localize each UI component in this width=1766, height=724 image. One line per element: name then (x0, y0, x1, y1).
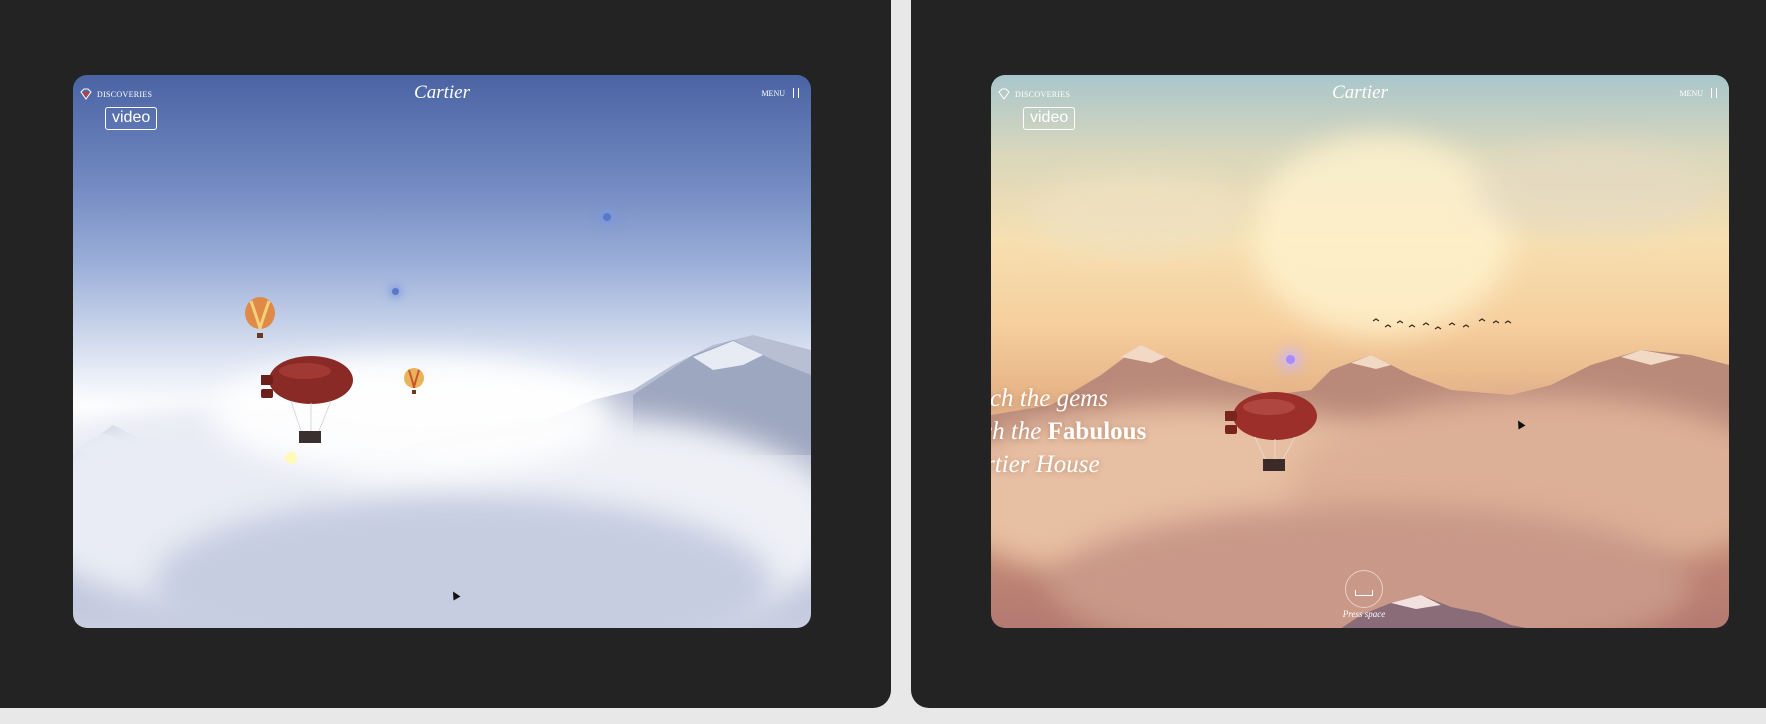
headline-line-2-prefix: ch the (991, 418, 1042, 445)
headline-line-2: ch the Fabulous (991, 415, 1146, 448)
spacebar-icon (1355, 590, 1373, 596)
press-space-prompt[interactable]: Press space (1337, 570, 1387, 620)
discoveries-label: DISCOVERIES (1015, 89, 1071, 99)
headline-line-2-emphasis: Fabulous (1047, 418, 1147, 445)
gem-icon (998, 88, 1010, 100)
scene-screen-blue[interactable]: DISCOVERIES Cartier MENU video (73, 75, 811, 628)
hot-air-balloon (404, 368, 424, 394)
menu-label: MENU (1679, 88, 1703, 98)
discoveries-label: DISCOVERIES (97, 89, 153, 99)
discoveries-link[interactable]: DISCOVERIES (79, 87, 152, 101)
sun-glow (1251, 135, 1511, 335)
interactive-hotspot[interactable] (1286, 355, 1295, 364)
interactive-hotspot[interactable] (603, 213, 611, 221)
video-badge: video (1023, 107, 1076, 130)
menu-button[interactable]: MENU (761, 88, 799, 98)
scene-screen-sunset[interactable]: tch the gems ch the Fabulous rtier House… (991, 75, 1729, 628)
gem-icon (80, 88, 92, 100)
cloud-wisp (1471, 145, 1711, 235)
top-navigation-bar: DISCOVERIES Cartier MENU (991, 75, 1729, 115)
headline-line-3: rtier House (991, 451, 1100, 478)
cartier-logo[interactable]: Cartier (1332, 82, 1388, 104)
headline-line-1: tch the gems (991, 385, 1108, 412)
menu-button[interactable]: MENU (1679, 88, 1717, 98)
pause-icon[interactable] (1711, 88, 1717, 98)
interactive-hotspot[interactable] (392, 288, 399, 295)
discoveries-link[interactable]: DISCOVERIES (997, 87, 1070, 101)
press-space-label: Press space (1342, 609, 1386, 619)
hot-air-balloon (245, 297, 275, 338)
video-badge: video (105, 107, 158, 130)
top-navigation-bar: DISCOVERIES Cartier MENU (73, 75, 811, 115)
bird-flock (1372, 318, 1512, 330)
cartier-airship[interactable] (261, 353, 357, 473)
cartier-logo[interactable]: Cartier (414, 82, 470, 104)
menu-label: MENU (761, 88, 785, 98)
cartier-airship[interactable] (1225, 389, 1321, 489)
pause-icon[interactable] (793, 88, 799, 98)
progress-ring (1345, 570, 1383, 608)
hero-headline: tch the gems ch the Fabulous rtier House (991, 382, 1146, 481)
cloud-wisp (1031, 175, 1251, 255)
